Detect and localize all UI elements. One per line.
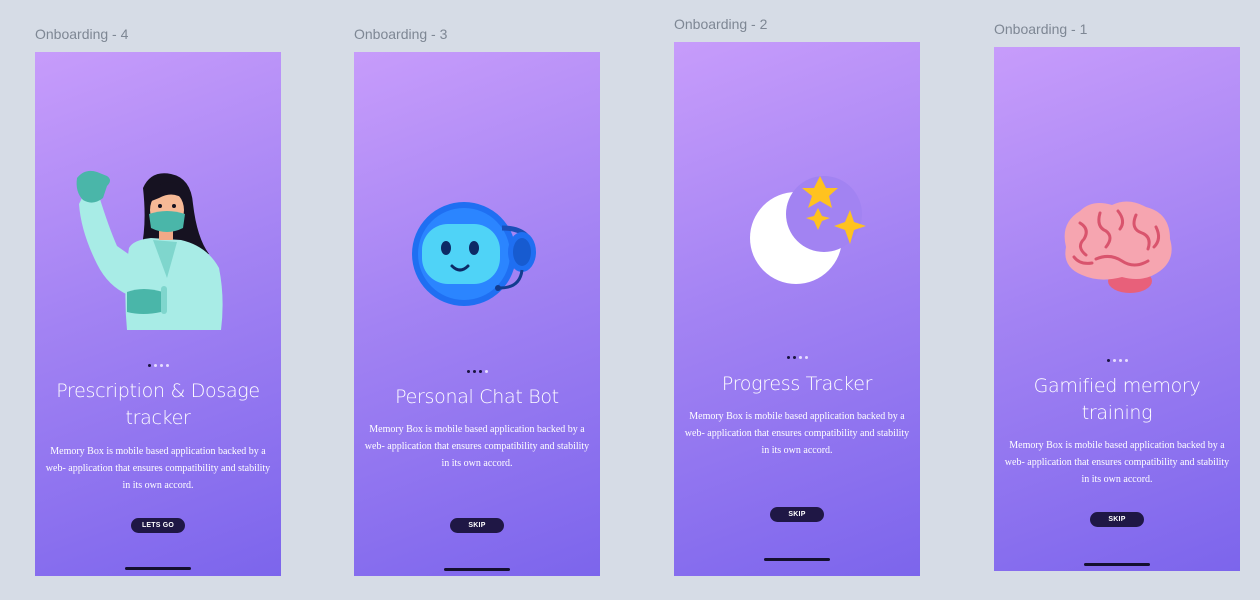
page-dot <box>153 364 157 367</box>
moon-stars-illustration <box>750 176 866 284</box>
page-indicator <box>35 364 281 367</box>
onboarding-description: Memory Box is mobile based application b… <box>1004 440 1230 485</box>
onboarding-title: Personal Chat Bot <box>395 386 559 408</box>
skip-button[interactable]: SKIP <box>1090 512 1144 527</box>
page-dot <box>1112 359 1116 362</box>
page-dot <box>165 364 169 367</box>
onboarding-description: Memory Box is mobile based application b… <box>45 446 271 491</box>
page-dot <box>798 356 802 359</box>
page-dot <box>804 356 808 359</box>
home-indicator <box>764 558 830 561</box>
page-indicator <box>354 370 600 373</box>
page-dot <box>472 370 476 373</box>
page-dot <box>466 370 470 373</box>
home-indicator <box>125 567 191 570</box>
page-dot <box>478 370 482 373</box>
home-indicator <box>1084 563 1150 566</box>
home-indicator <box>444 568 510 571</box>
skip-button[interactable]: SKIP <box>450 518 504 533</box>
page-dot <box>786 356 790 359</box>
onboarding-title: Prescription & Dosage tracker <box>56 380 260 429</box>
page-dot <box>484 370 488 373</box>
onboarding-title: Gamified memory training <box>1033 375 1201 424</box>
skip-button[interactable]: SKIP <box>770 507 824 522</box>
page-dot <box>792 356 796 359</box>
brain-illustration <box>1064 201 1172 293</box>
frame-label-onboarding-4: Onboarding - 4 <box>35 26 129 42</box>
page-dot <box>1106 359 1110 362</box>
page-dot <box>1124 359 1128 362</box>
onboarding-title: Progress Tracker <box>721 373 873 395</box>
chatbot-illustration <box>412 202 536 306</box>
page-dot <box>147 364 151 367</box>
page-indicator <box>674 356 920 359</box>
frame-label-onboarding-1: Onboarding - 1 <box>994 21 1088 37</box>
onboarding-1-screen: Gamified memory training Memory Box is m… <box>994 47 1240 571</box>
page-dot <box>1118 359 1122 362</box>
frame-label-onboarding-3: Onboarding - 3 <box>354 26 448 42</box>
onboarding-3-screen: Personal Chat Bot Memory Box is mobile b… <box>354 52 600 576</box>
onboarding-description: Memory Box is mobile based application b… <box>684 411 910 456</box>
onboarding-description: Memory Box is mobile based application b… <box>364 424 590 469</box>
page-dot <box>159 364 163 367</box>
lets-go-button[interactable]: LETS GO <box>131 518 185 533</box>
onboarding-2-screen: Progress Tracker Memory Box is mobile ba… <box>674 42 920 576</box>
onboarding-4-screen: Prescription & Dosage tracker Memory Box… <box>35 52 281 576</box>
doctor-illustration <box>76 170 223 330</box>
page-indicator <box>994 359 1240 362</box>
frame-label-onboarding-2: Onboarding - 2 <box>674 16 768 32</box>
